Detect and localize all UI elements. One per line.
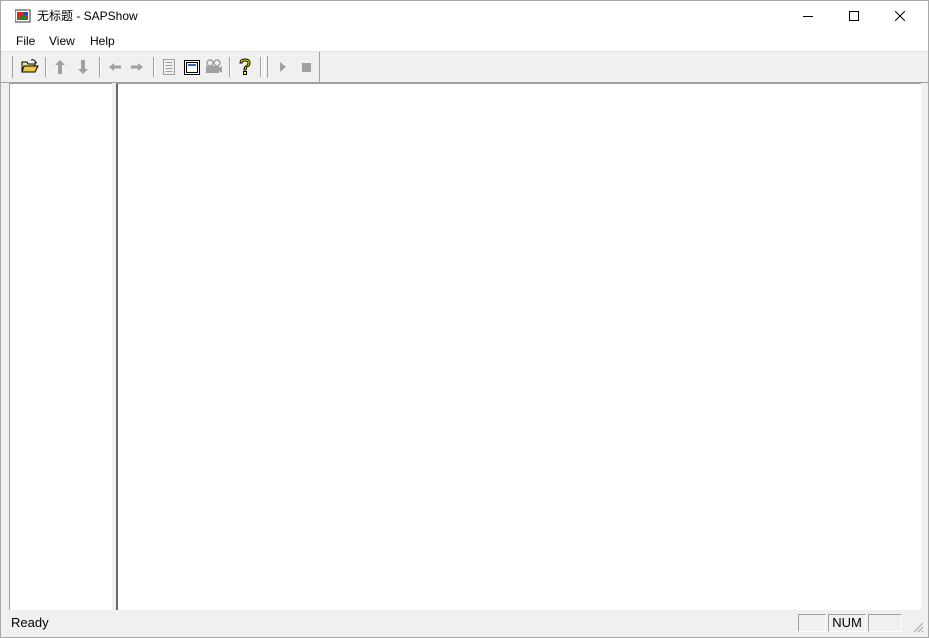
caps-indicator: [798, 614, 826, 632]
open-folder-icon: [21, 59, 39, 73]
play-button[interactable]: [272, 56, 294, 78]
toolbar-band: [5, 52, 320, 82]
menu-bar: File View Help: [1, 31, 928, 51]
help-icon: [239, 58, 251, 75]
minimize-button[interactable]: [785, 1, 831, 31]
toolbar-grip[interactable]: [264, 56, 268, 78]
minimize-icon: [803, 16, 813, 17]
view-pane[interactable]: [116, 83, 921, 610]
open-button[interactable]: [19, 56, 41, 78]
menu-file[interactable]: File: [14, 33, 37, 49]
close-button[interactable]: [877, 1, 923, 31]
arrow-down-icon: [78, 60, 88, 74]
maximize-button[interactable]: [831, 1, 877, 31]
maximize-icon: [849, 11, 859, 21]
video-camera-icon: [206, 59, 222, 73]
num-indicator: NUM: [828, 614, 866, 632]
menu-view[interactable]: View: [47, 33, 77, 49]
picture-frame-icon: [184, 59, 200, 75]
app-icon: [15, 9, 31, 23]
toolbar: [1, 52, 928, 82]
app-window: 无标题 - SAPShow File View Help Ready NUM: [0, 0, 929, 638]
arrow-left-icon: [109, 63, 121, 71]
title-bar[interactable]: 无标题 - SAPShow: [1, 1, 928, 31]
toolbar-separator: [260, 57, 261, 77]
help-button[interactable]: [234, 56, 256, 78]
document-icon: [163, 59, 175, 75]
tree-pane[interactable]: [9, 83, 112, 610]
stop-icon: [301, 62, 311, 72]
arrow-up-icon: [55, 60, 65, 74]
back-button[interactable]: [104, 56, 126, 78]
toolbar-separator: [99, 57, 100, 77]
forward-button[interactable]: [126, 56, 148, 78]
frame-button[interactable]: [181, 56, 203, 78]
move-down-button[interactable]: [72, 56, 94, 78]
menu-help[interactable]: Help: [88, 33, 117, 49]
status-text: Ready: [11, 615, 49, 630]
status-bar: Ready NUM: [1, 610, 928, 637]
arrow-right-icon: [131, 63, 143, 71]
toolbar-separator: [229, 57, 230, 77]
camera-button[interactable]: [203, 56, 225, 78]
play-icon: [280, 62, 286, 72]
close-icon: [895, 11, 905, 21]
scroll-indicator: [868, 614, 902, 632]
toolbar-separator: [45, 57, 46, 77]
move-up-button[interactable]: [49, 56, 71, 78]
toolbar-separator: [153, 57, 154, 77]
resize-grip-icon[interactable]: [912, 621, 924, 633]
stop-button[interactable]: [295, 56, 317, 78]
document-button[interactable]: [158, 56, 180, 78]
window-title: 无标题 - SAPShow: [37, 9, 138, 23]
toolbar-grip[interactable]: [9, 56, 13, 78]
